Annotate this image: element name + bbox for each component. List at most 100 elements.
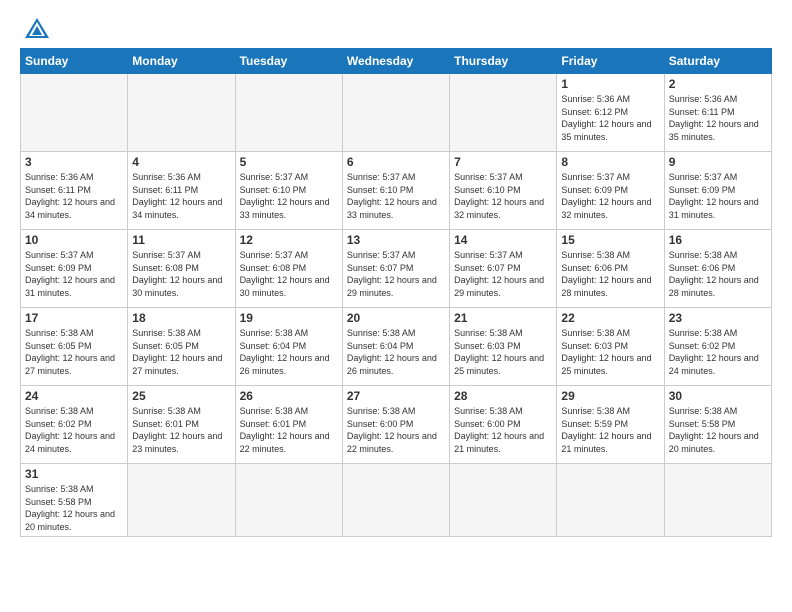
day-info: Sunrise: 5:38 AM Sunset: 6:01 PM Dayligh… xyxy=(132,405,230,455)
day-info: Sunrise: 5:38 AM Sunset: 6:05 PM Dayligh… xyxy=(25,327,123,377)
logo-icon xyxy=(23,16,51,40)
calendar-cell: 21 Sunrise: 5:38 AM Sunset: 6:03 PM Dayli… xyxy=(450,308,557,386)
weekday-header-monday: Monday xyxy=(128,49,235,74)
day-info: Sunrise: 5:37 AM Sunset: 6:10 PM Dayligh… xyxy=(347,171,445,221)
calendar-cell: 5 Sunrise: 5:37 AM Sunset: 6:10 PM Daylig… xyxy=(235,152,342,230)
calendar-cell: 24 Sunrise: 5:38 AM Sunset: 6:02 PM Dayli… xyxy=(21,386,128,464)
day-info: Sunrise: 5:37 AM Sunset: 6:10 PM Dayligh… xyxy=(240,171,338,221)
day-number: 27 xyxy=(347,389,445,403)
week-row-2: 10 Sunrise: 5:37 AM Sunset: 6:09 PM Dayli… xyxy=(21,230,772,308)
logo xyxy=(20,16,51,40)
day-info: Sunrise: 5:37 AM Sunset: 6:07 PM Dayligh… xyxy=(347,249,445,299)
day-info: Sunrise: 5:38 AM Sunset: 6:06 PM Dayligh… xyxy=(561,249,659,299)
day-info: Sunrise: 5:36 AM Sunset: 6:12 PM Dayligh… xyxy=(561,93,659,143)
day-number: 17 xyxy=(25,311,123,325)
day-info: Sunrise: 5:37 AM Sunset: 6:07 PM Dayligh… xyxy=(454,249,552,299)
day-info: Sunrise: 5:38 AM Sunset: 5:58 PM Dayligh… xyxy=(25,483,123,533)
day-number: 21 xyxy=(454,311,552,325)
day-number: 31 xyxy=(25,467,123,481)
day-number: 12 xyxy=(240,233,338,247)
calendar-cell xyxy=(128,464,235,537)
day-info: Sunrise: 5:36 AM Sunset: 6:11 PM Dayligh… xyxy=(132,171,230,221)
day-number: 28 xyxy=(454,389,552,403)
day-info: Sunrise: 5:37 AM Sunset: 6:09 PM Dayligh… xyxy=(669,171,767,221)
calendar-cell xyxy=(450,464,557,537)
page: SundayMondayTuesdayWednesdayThursdayFrid… xyxy=(0,0,792,547)
week-row-5: 31 Sunrise: 5:38 AM Sunset: 5:58 PM Dayli… xyxy=(21,464,772,537)
day-info: Sunrise: 5:38 AM Sunset: 6:02 PM Dayligh… xyxy=(25,405,123,455)
day-info: Sunrise: 5:36 AM Sunset: 6:11 PM Dayligh… xyxy=(25,171,123,221)
calendar-cell: 8Sunrise: 5:37 AM Sunset: 6:09 PM Daylig… xyxy=(557,152,664,230)
calendar-cell: 11 Sunrise: 5:37 AM Sunset: 6:08 PM Dayli… xyxy=(128,230,235,308)
calendar-cell: 22 Sunrise: 5:38 AM Sunset: 6:03 PM Dayli… xyxy=(557,308,664,386)
day-info: Sunrise: 5:38 AM Sunset: 6:03 PM Dayligh… xyxy=(561,327,659,377)
day-number: 18 xyxy=(132,311,230,325)
weekday-header-sunday: Sunday xyxy=(21,49,128,74)
week-row-4: 24 Sunrise: 5:38 AM Sunset: 6:02 PM Dayli… xyxy=(21,386,772,464)
calendar-cell: 13Sunrise: 5:37 AM Sunset: 6:07 PM Dayli… xyxy=(342,230,449,308)
calendar-cell: 6Sunrise: 5:37 AM Sunset: 6:10 PM Daylig… xyxy=(342,152,449,230)
weekday-header-row: SundayMondayTuesdayWednesdayThursdayFrid… xyxy=(21,49,772,74)
calendar-cell: 23 Sunrise: 5:38 AM Sunset: 6:02 PM Dayli… xyxy=(664,308,771,386)
day-info: Sunrise: 5:37 AM Sunset: 6:10 PM Dayligh… xyxy=(454,171,552,221)
calendar-cell: 7Sunrise: 5:37 AM Sunset: 6:10 PM Daylig… xyxy=(450,152,557,230)
calendar-cell: 26Sunrise: 5:38 AM Sunset: 6:01 PM Dayli… xyxy=(235,386,342,464)
week-row-1: 3 Sunrise: 5:36 AM Sunset: 6:11 PM Daylig… xyxy=(21,152,772,230)
day-number: 22 xyxy=(561,311,659,325)
day-info: Sunrise: 5:38 AM Sunset: 5:59 PM Dayligh… xyxy=(561,405,659,455)
logo-area xyxy=(20,16,51,40)
day-info: Sunrise: 5:38 AM Sunset: 6:00 PM Dayligh… xyxy=(454,405,552,455)
day-info: Sunrise: 5:37 AM Sunset: 6:09 PM Dayligh… xyxy=(25,249,123,299)
day-info: Sunrise: 5:37 AM Sunset: 6:08 PM Dayligh… xyxy=(132,249,230,299)
day-info: Sunrise: 5:38 AM Sunset: 6:02 PM Dayligh… xyxy=(669,327,767,377)
day-number: 25 xyxy=(132,389,230,403)
calendar-cell: 15Sunrise: 5:38 AM Sunset: 6:06 PM Dayli… xyxy=(557,230,664,308)
weekday-header-friday: Friday xyxy=(557,49,664,74)
day-info: Sunrise: 5:37 AM Sunset: 6:09 PM Dayligh… xyxy=(561,171,659,221)
calendar-cell xyxy=(450,74,557,152)
day-number: 19 xyxy=(240,311,338,325)
weekday-header-tuesday: Tuesday xyxy=(235,49,342,74)
calendar-cell xyxy=(557,464,664,537)
day-number: 11 xyxy=(132,233,230,247)
day-number: 1 xyxy=(561,77,659,91)
calendar: SundayMondayTuesdayWednesdayThursdayFrid… xyxy=(20,48,772,537)
calendar-cell xyxy=(21,74,128,152)
weekday-header-wednesday: Wednesday xyxy=(342,49,449,74)
day-number: 2 xyxy=(669,77,767,91)
day-number: 5 xyxy=(240,155,338,169)
calendar-cell: 30Sunrise: 5:38 AM Sunset: 5:58 PM Dayli… xyxy=(664,386,771,464)
day-number: 16 xyxy=(669,233,767,247)
day-info: Sunrise: 5:38 AM Sunset: 6:00 PM Dayligh… xyxy=(347,405,445,455)
calendar-cell xyxy=(128,74,235,152)
day-info: Sunrise: 5:38 AM Sunset: 6:03 PM Dayligh… xyxy=(454,327,552,377)
calendar-cell: 31 Sunrise: 5:38 AM Sunset: 5:58 PM Dayli… xyxy=(21,464,128,537)
calendar-cell: 27 Sunrise: 5:38 AM Sunset: 6:00 PM Dayli… xyxy=(342,386,449,464)
day-number: 30 xyxy=(669,389,767,403)
calendar-cell: 1 Sunrise: 5:36 AM Sunset: 6:12 PM Daylig… xyxy=(557,74,664,152)
calendar-cell: 10 Sunrise: 5:37 AM Sunset: 6:09 PM Dayli… xyxy=(21,230,128,308)
weekday-header-thursday: Thursday xyxy=(450,49,557,74)
day-number: 23 xyxy=(669,311,767,325)
calendar-cell xyxy=(342,74,449,152)
calendar-cell: 19 Sunrise: 5:38 AM Sunset: 6:04 PM Dayli… xyxy=(235,308,342,386)
day-number: 29 xyxy=(561,389,659,403)
day-info: Sunrise: 5:38 AM Sunset: 6:06 PM Dayligh… xyxy=(669,249,767,299)
calendar-cell: 3 Sunrise: 5:36 AM Sunset: 6:11 PM Daylig… xyxy=(21,152,128,230)
calendar-cell xyxy=(235,464,342,537)
day-number: 10 xyxy=(25,233,123,247)
calendar-cell: 25 Sunrise: 5:38 AM Sunset: 6:01 PM Dayli… xyxy=(128,386,235,464)
calendar-cell xyxy=(664,464,771,537)
day-info: Sunrise: 5:38 AM Sunset: 6:05 PM Dayligh… xyxy=(132,327,230,377)
day-info: Sunrise: 5:38 AM Sunset: 6:04 PM Dayligh… xyxy=(240,327,338,377)
calendar-cell: 4Sunrise: 5:36 AM Sunset: 6:11 PM Daylig… xyxy=(128,152,235,230)
day-number: 3 xyxy=(25,155,123,169)
calendar-cell xyxy=(342,464,449,537)
day-number: 24 xyxy=(25,389,123,403)
day-info: Sunrise: 5:38 AM Sunset: 6:01 PM Dayligh… xyxy=(240,405,338,455)
calendar-cell: 12 Sunrise: 5:37 AM Sunset: 6:08 PM Dayli… xyxy=(235,230,342,308)
day-info: Sunrise: 5:37 AM Sunset: 6:08 PM Dayligh… xyxy=(240,249,338,299)
day-number: 20 xyxy=(347,311,445,325)
day-number: 9 xyxy=(669,155,767,169)
day-info: Sunrise: 5:36 AM Sunset: 6:11 PM Dayligh… xyxy=(669,93,767,143)
